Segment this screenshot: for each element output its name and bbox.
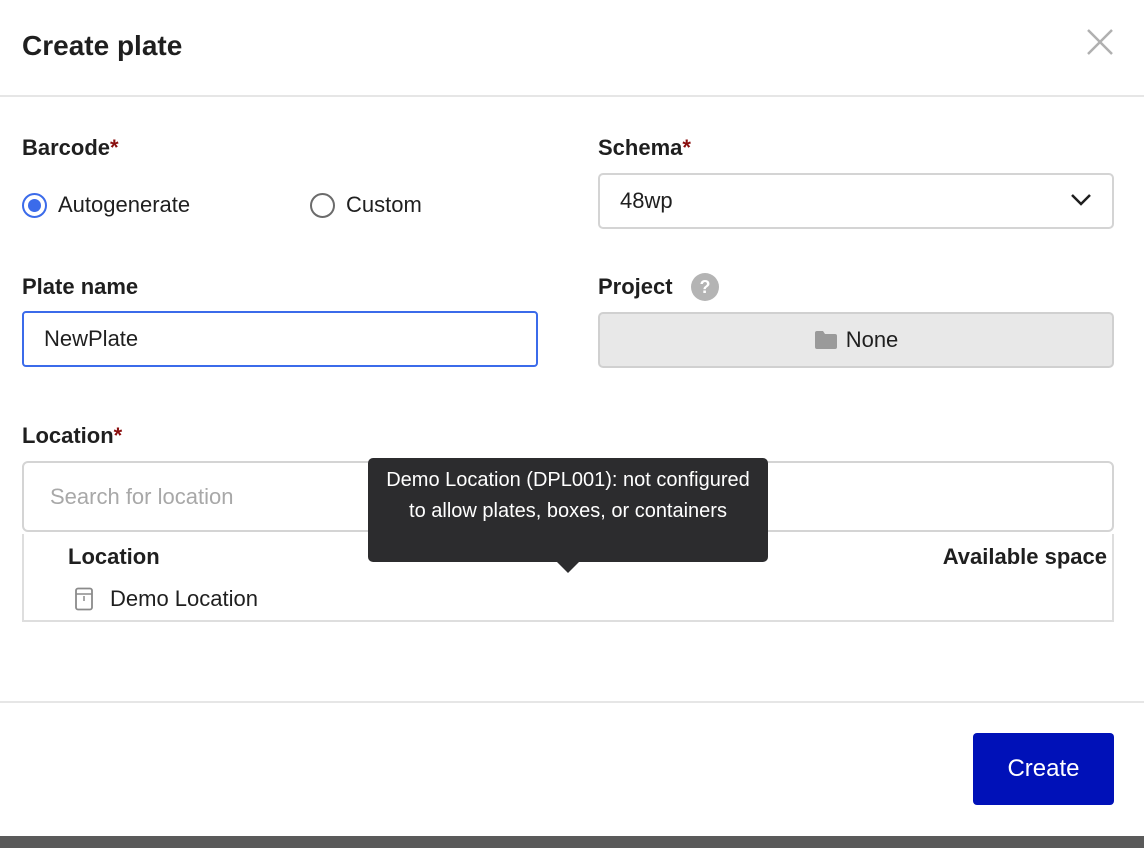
project-button-label: None <box>845 327 899 352</box>
location-label-text: Location <box>22 423 114 448</box>
radio-checked-icon <box>22 192 47 218</box>
location-row-name: Demo Location <box>110 586 258 611</box>
storage-cabinet-icon <box>75 587 93 611</box>
barcode-label: Barcode* <box>22 135 119 161</box>
location-tooltip: Demo Location (DPL001): not configured t… <box>368 458 768 573</box>
schema-select-value: 48wp <box>620 188 673 213</box>
close-icon <box>1087 29 1113 55</box>
footer-divider <box>0 701 1144 703</box>
project-label: Project <box>598 274 673 299</box>
create-button[interactable]: Create <box>973 733 1114 805</box>
radio-custom-label: Custom <box>346 192 422 217</box>
location-label: Location* <box>22 423 122 449</box>
help-icon[interactable]: ? <box>691 273 719 301</box>
radio-autogenerate-label: Autogenerate <box>58 192 191 217</box>
create-plate-dialog: Create plate Barcode* Autogenerate Custo… <box>0 0 1144 836</box>
schema-select[interactable]: 48wp <box>598 173 1114 229</box>
radio-custom[interactable]: Custom <box>310 192 422 218</box>
required-mark: * <box>682 135 691 160</box>
barcode-label-text: Barcode <box>22 135 111 160</box>
plate-name-label: Plate name <box>22 274 139 299</box>
plate-name-input[interactable] <box>22 311 538 367</box>
schema-label-text: Schema <box>598 135 683 160</box>
required-mark: * <box>113 423 123 448</box>
radio-unchecked-icon <box>310 192 335 218</box>
dialog-header: Create plate <box>0 0 1144 97</box>
schema-label: Schema* <box>598 135 691 161</box>
radio-autogenerate[interactable]: Autogenerate <box>22 192 190 218</box>
column-header-available-space: Available space <box>942 544 1107 569</box>
table-row[interactable]: Demo Location <box>74 586 258 612</box>
required-mark: * <box>110 135 119 160</box>
project-select-button[interactable]: None <box>598 312 1114 368</box>
close-button[interactable] <box>1084 26 1116 58</box>
dialog-title: Create plate <box>22 30 183 61</box>
chevron-down-icon <box>1071 194 1091 206</box>
folder-icon <box>814 331 837 349</box>
column-header-location: Location <box>68 544 160 569</box>
